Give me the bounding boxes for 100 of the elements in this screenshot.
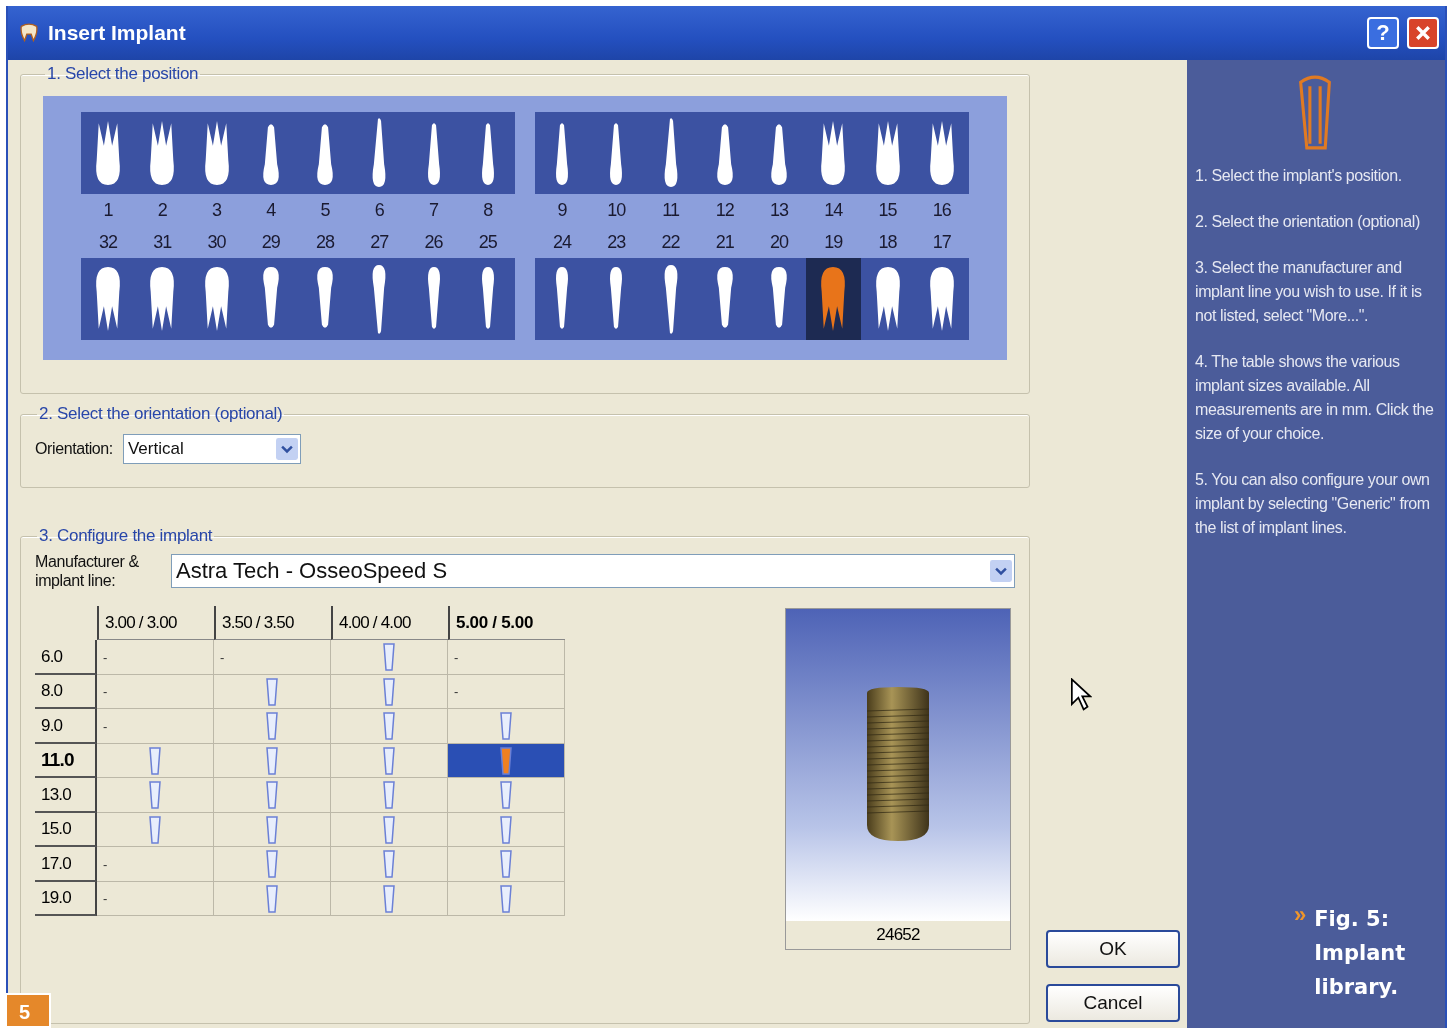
table-cell[interactable] bbox=[331, 881, 448, 917]
row-header[interactable]: 11.0 bbox=[35, 743, 97, 779]
table-cell: - bbox=[448, 674, 565, 710]
implant-icon bbox=[383, 712, 395, 741]
help-text: 3. Select the manufacturer and implant line you wish to use. If it is not listed, select "More...". bbox=[1195, 258, 1423, 326]
tooth-number: 32 bbox=[98, 231, 119, 253]
table-cell[interactable] bbox=[331, 709, 448, 744]
table-cell[interactable] bbox=[448, 743, 565, 779]
tooth-number: 25 bbox=[477, 231, 498, 253]
implant-icon bbox=[266, 850, 278, 879]
column-header[interactable]: 4.00 / 4.00 bbox=[331, 606, 448, 641]
manufacturer-label: Manufacturer & implant line: bbox=[35, 552, 140, 591]
implant-icon bbox=[266, 815, 278, 844]
table-cell: - bbox=[97, 881, 214, 917]
group-title: 1. Select the position bbox=[46, 64, 200, 84]
tooth-number: 6 bbox=[373, 199, 385, 221]
table-cell[interactable] bbox=[214, 881, 331, 917]
tooth-number: 17 bbox=[931, 231, 952, 253]
implant-icon bbox=[500, 746, 512, 775]
table-cell: - bbox=[448, 640, 565, 675]
row-header[interactable]: 17.0 bbox=[35, 847, 97, 882]
tooth-number: 22 bbox=[660, 231, 681, 253]
table-cell[interactable] bbox=[214, 743, 331, 779]
implant-icon bbox=[500, 712, 512, 741]
tooth-number: 14 bbox=[823, 199, 844, 221]
table-cell: - bbox=[97, 709, 214, 744]
tooth-number: 1 bbox=[102, 199, 114, 221]
table-cell[interactable] bbox=[214, 847, 331, 882]
table-cell[interactable] bbox=[448, 847, 565, 882]
tooth-number: 28 bbox=[315, 231, 336, 253]
row-header[interactable]: 19.0 bbox=[35, 881, 97, 917]
row-header[interactable]: 8.0 bbox=[35, 674, 97, 710]
tooth-number: 8 bbox=[482, 199, 494, 221]
tooth-number: 7 bbox=[428, 199, 440, 221]
table-cell[interactable] bbox=[331, 743, 448, 779]
table-cell[interactable] bbox=[331, 847, 448, 882]
table-cell[interactable] bbox=[97, 743, 214, 779]
figure-number: 5 bbox=[5, 993, 51, 1028]
orientation-label: Orientation: bbox=[35, 440, 113, 458]
orientation-dropdown[interactable]: Vertical bbox=[122, 434, 301, 464]
ok-button[interactable]: OK bbox=[1046, 930, 1180, 968]
column-header[interactable]: 3.50 / 3.50 bbox=[214, 606, 331, 641]
tooth-number: 5 bbox=[319, 199, 331, 221]
column-header[interactable]: 3.00 / 3.00 bbox=[97, 606, 214, 641]
implant-icon bbox=[383, 815, 395, 844]
tooth-number: 16 bbox=[931, 199, 952, 221]
table-cell: - bbox=[97, 674, 214, 710]
table-cell[interactable] bbox=[214, 778, 331, 813]
caption-marker: » bbox=[1294, 902, 1307, 928]
manufacturer-dropdown[interactable]: Astra Tech - OsseoSpeed S bbox=[171, 554, 1015, 589]
implant-icon bbox=[149, 815, 161, 844]
tooth-number: 20 bbox=[769, 231, 790, 253]
column-header[interactable]: 5.00 / 5.00 bbox=[448, 606, 565, 641]
implant-icon bbox=[149, 746, 161, 775]
table-cell[interactable] bbox=[214, 812, 331, 848]
table-cell[interactable] bbox=[331, 812, 448, 848]
tooth-icon bbox=[18, 22, 40, 44]
row-header[interactable]: 6.0 bbox=[35, 640, 97, 675]
row-header[interactable]: 13.0 bbox=[35, 778, 97, 813]
tooth-number: 15 bbox=[877, 199, 898, 221]
help-text: 5. You can also configure your own implant by selecting "Generic" from the list of implant lines. bbox=[1195, 470, 1431, 538]
implant-icon bbox=[149, 781, 161, 810]
tooth-number: 30 bbox=[206, 231, 227, 253]
implant-icon bbox=[266, 677, 278, 706]
implant-icon bbox=[383, 850, 395, 879]
tooth-number: 23 bbox=[606, 231, 627, 253]
table-cell[interactable] bbox=[214, 674, 331, 710]
table-cell[interactable] bbox=[331, 778, 448, 813]
close-button[interactable] bbox=[1407, 17, 1439, 49]
implant-icon bbox=[500, 884, 512, 913]
table-cell: - bbox=[97, 640, 214, 675]
tooth-number: 24 bbox=[552, 231, 573, 253]
implant-icon bbox=[266, 746, 278, 775]
table-cell[interactable] bbox=[97, 778, 214, 813]
tooth-number: 18 bbox=[877, 231, 898, 253]
help-button[interactable]: ? bbox=[1367, 17, 1399, 49]
table-cell[interactable] bbox=[448, 881, 565, 917]
implant-icon bbox=[383, 677, 395, 706]
table-cell[interactable] bbox=[97, 812, 214, 848]
tooth-number: 11 bbox=[661, 199, 680, 221]
figure-caption: Fig. 5: Implant library. bbox=[1314, 906, 1407, 1001]
table-cell[interactable] bbox=[214, 709, 331, 744]
help-text: 4. The table shows the various implant sizes available. All measurements are in mm. Click the size of your choice. bbox=[1195, 352, 1435, 444]
table-cell[interactable] bbox=[448, 812, 565, 848]
tooth-number: 27 bbox=[369, 231, 390, 253]
cursor-icon bbox=[1070, 678, 1092, 712]
tooth-number: 12 bbox=[714, 199, 735, 221]
implant-icon bbox=[500, 781, 512, 810]
table-cell[interactable] bbox=[448, 778, 565, 813]
window-title: Insert Implant bbox=[48, 21, 186, 45]
tooth-number: 26 bbox=[423, 231, 444, 253]
table-cell[interactable] bbox=[448, 709, 565, 744]
table-cell[interactable] bbox=[331, 640, 448, 675]
row-header[interactable]: 9.0 bbox=[35, 709, 97, 744]
row-header[interactable]: 15.0 bbox=[35, 812, 97, 848]
help-text: 1. Select the implant's position. bbox=[1195, 166, 1403, 186]
cancel-button[interactable]: Cancel bbox=[1046, 984, 1180, 1022]
table-cell: - bbox=[214, 640, 331, 675]
implant-icon bbox=[383, 884, 395, 913]
table-cell[interactable] bbox=[331, 674, 448, 710]
